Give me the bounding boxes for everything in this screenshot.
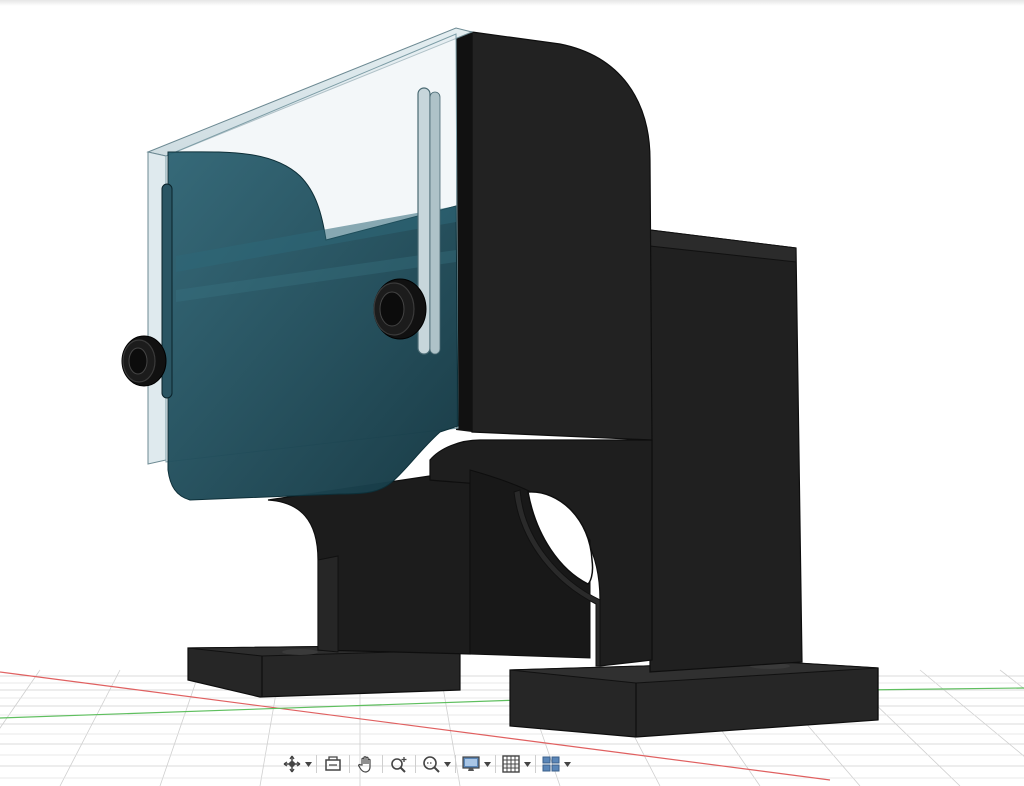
left-foot-plate[interactable] (187, 645, 461, 698)
thumb-screw-right[interactable] (373, 278, 427, 340)
viewports-menu-caret[interactable] (563, 751, 571, 777)
rear-column-block[interactable] (649, 229, 803, 673)
display-menu-caret[interactable] (483, 751, 491, 777)
toolbar-separator (535, 755, 536, 773)
look-at-icon[interactable] (321, 751, 345, 777)
main-housing-block[interactable] (456, 28, 653, 441)
orbit-icon[interactable] (281, 751, 303, 777)
toolbar-separator (349, 755, 350, 773)
right-foot-plate[interactable] (509, 661, 879, 738)
toolbar-separator (415, 755, 416, 773)
toolbar-separator (382, 755, 383, 773)
3d-viewport[interactable] (0, 0, 1024, 786)
toolbar-separator (455, 755, 456, 773)
grid-menu-caret[interactable] (523, 751, 531, 777)
thumb-screw-left[interactable] (121, 335, 167, 387)
zoom-icon[interactable] (387, 751, 411, 777)
pan-hand-icon[interactable] (354, 751, 378, 777)
toolbar-separator (316, 755, 317, 773)
display-settings-icon[interactable] (460, 751, 482, 777)
fit-menu-caret[interactable] (443, 751, 451, 777)
navigation-toolbar (281, 750, 577, 778)
orbit-menu-caret[interactable] (304, 751, 312, 777)
toolbar-separator (495, 755, 496, 773)
fit-window-icon[interactable] (420, 751, 442, 777)
grid-snap-icon[interactable] (500, 751, 522, 777)
viewports-icon[interactable] (540, 751, 562, 777)
transparent-enclosure[interactable] (146, 27, 474, 501)
model-scene[interactable] (0, 0, 1024, 786)
